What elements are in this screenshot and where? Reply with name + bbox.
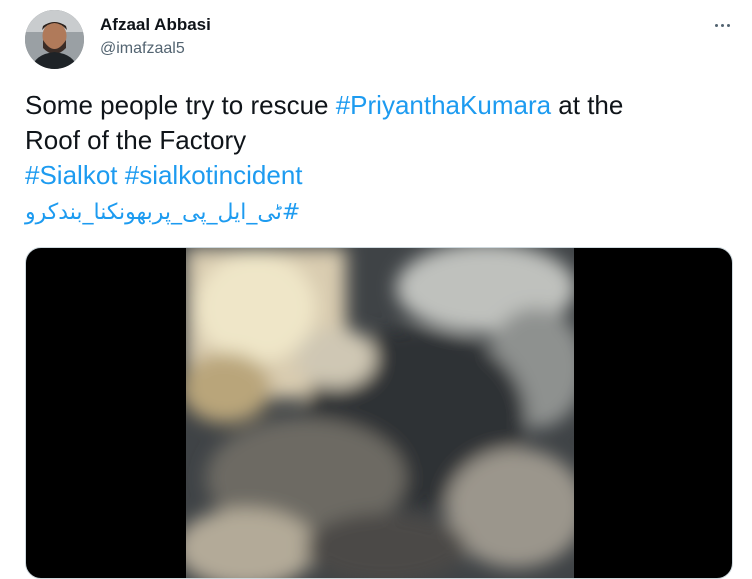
hashtag-link[interactable]: #sialkotincident xyxy=(125,160,303,190)
hashtag-link[interactable]: #ٹی_ایل_پی_پربھونکنا_بندکرو xyxy=(25,200,300,225)
tweet-text-segment: Some people try to rescue xyxy=(25,90,336,120)
more-options-icon[interactable] xyxy=(708,12,736,38)
tweet-line-2: Roof of the Factory xyxy=(25,125,247,155)
video-frame xyxy=(186,248,574,578)
tweet-card: Afzaal Abbasi @imafzaal5 Some people try… xyxy=(0,0,752,579)
video-player[interactable] xyxy=(25,247,733,579)
tweet-line-3: #Sialkot #sialkotincident xyxy=(25,158,735,193)
tweet-text: Some people try to rescue #PriyanthaKuma… xyxy=(25,88,735,230)
avatar-image xyxy=(25,10,84,69)
hashtag-link[interactable]: #PriyanthaKumara xyxy=(336,90,551,120)
video-thumbnail xyxy=(186,248,574,578)
tweet-line-4: #ٹی_ایل_پی_پربھونکنا_بندکرو xyxy=(25,193,735,230)
author-handle[interactable]: @imafzaal5 xyxy=(100,40,185,58)
tweet-line-1: Some people try to rescue #PriyanthaKuma… xyxy=(25,88,735,123)
author-name[interactable]: Afzaal Abbasi xyxy=(100,15,211,35)
hashtag-link[interactable]: #Sialkot xyxy=(25,160,118,190)
tweet-text-segment: at the xyxy=(551,90,624,120)
avatar[interactable] xyxy=(25,10,84,69)
